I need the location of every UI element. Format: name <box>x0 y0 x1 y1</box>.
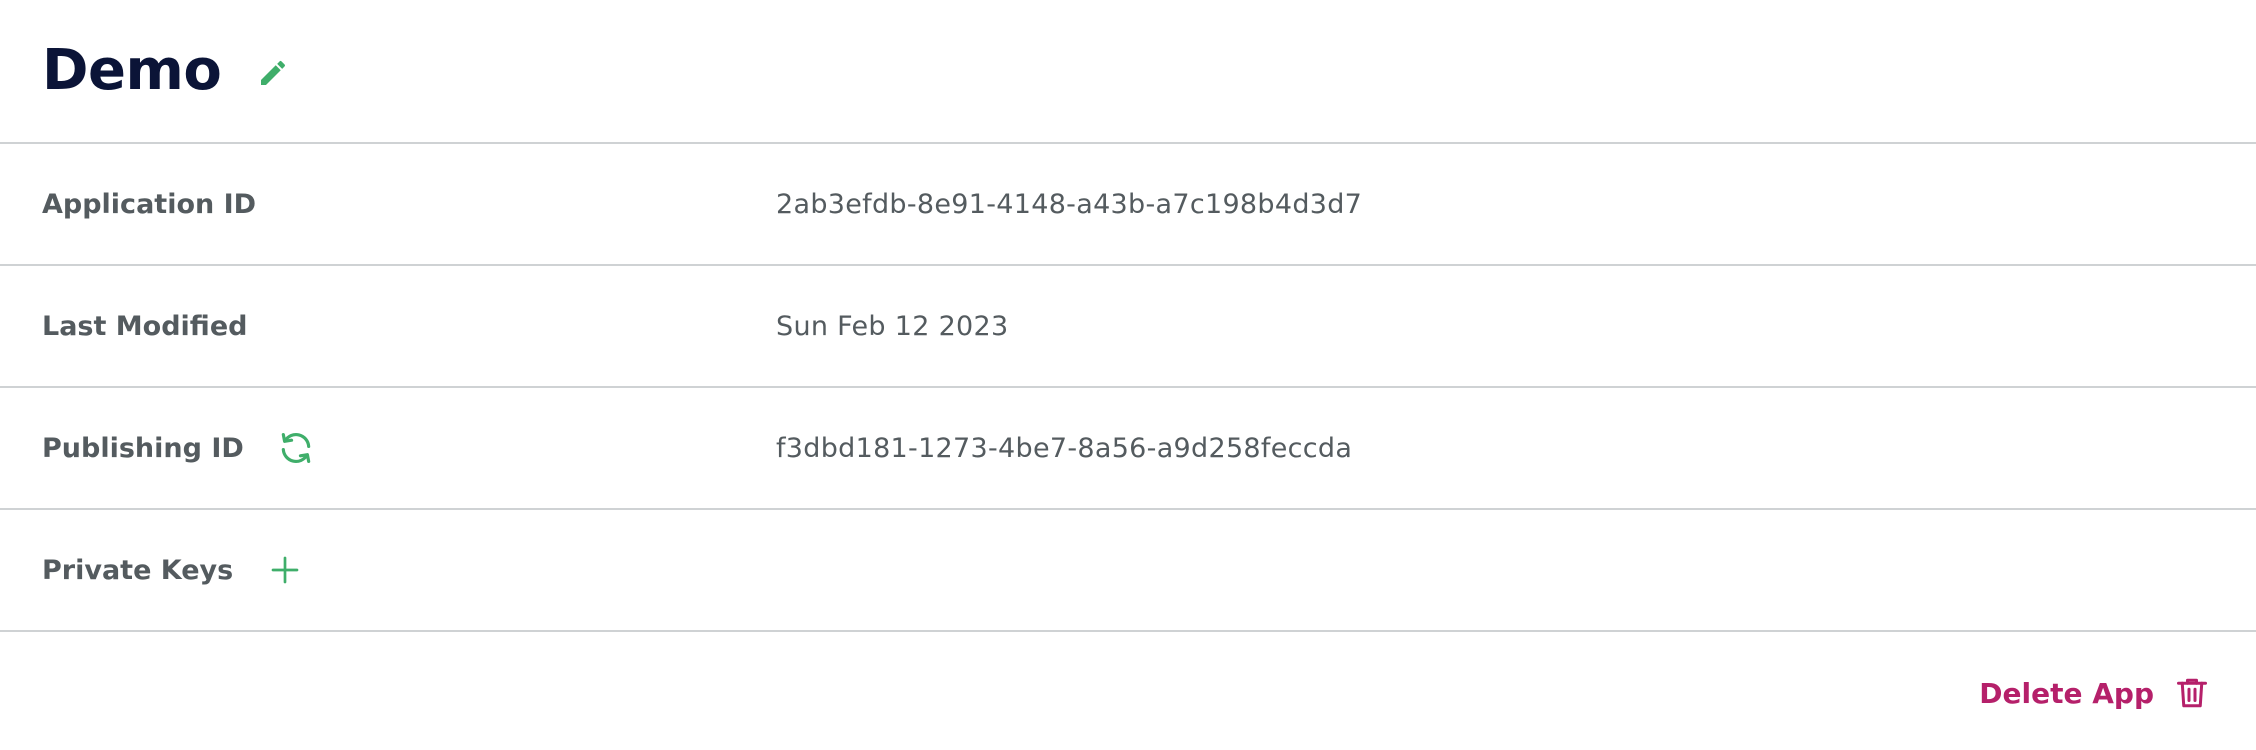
edit-title-button[interactable] <box>253 53 293 93</box>
app-title: Demo <box>42 38 222 103</box>
pencil-icon <box>261 60 286 85</box>
footer-actions: Delete App <box>0 632 2256 750</box>
app-details-page: Demo Application ID 2ab3efdb-8e91-4148-a… <box>0 0 2256 750</box>
publishing-id-row: Publishing ID f3dbd181-1273-4be7-8a56-a9… <box>0 388 2256 510</box>
refresh-icon <box>281 432 311 464</box>
add-private-key-button[interactable] <box>265 550 305 590</box>
private-keys-row: Private Keys <box>0 510 2256 632</box>
plus-icon <box>271 556 299 584</box>
last-modified-row: Last Modified Sun Feb 12 2023 <box>0 266 2256 388</box>
delete-app-button[interactable]: Delete App <box>1979 673 2212 713</box>
delete-app-label: Delete App <box>1979 676 2154 710</box>
private-keys-label: Private Keys <box>42 554 234 586</box>
publishing-id-label: Publishing ID <box>42 432 244 464</box>
last-modified-value: Sun Feb 12 2023 <box>776 310 1009 342</box>
trash-icon <box>2172 673 2212 713</box>
application-id-label: Application ID <box>42 188 257 220</box>
publishing-id-value: f3dbd181-1273-4be7-8a56-a9d258feccda <box>776 432 1353 464</box>
regenerate-publishing-id-button[interactable] <box>276 428 316 468</box>
app-header: Demo <box>0 0 2256 144</box>
last-modified-label: Last Modified <box>42 310 248 342</box>
application-id-row: Application ID 2ab3efdb-8e91-4148-a43b-a… <box>0 144 2256 266</box>
application-id-value: 2ab3efdb-8e91-4148-a43b-a7c198b4d3d7 <box>776 188 1363 220</box>
